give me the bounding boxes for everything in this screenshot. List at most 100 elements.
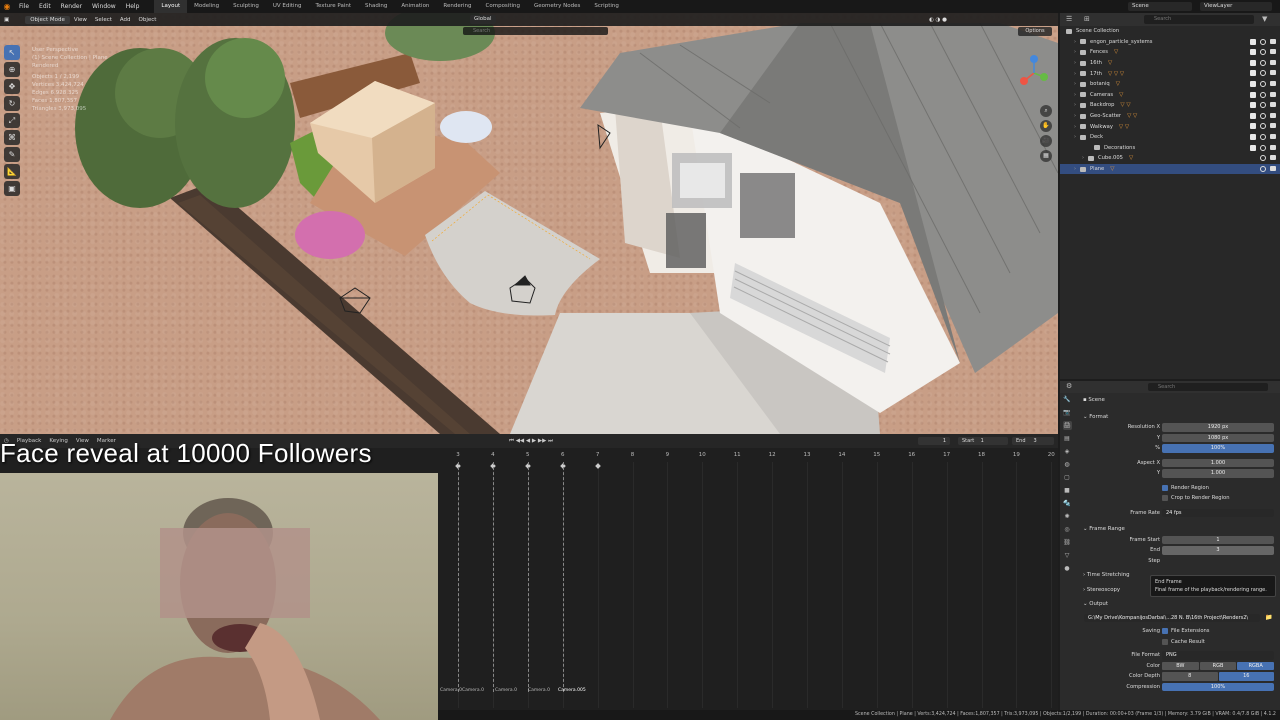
eye-icon[interactable]	[1260, 80, 1266, 87]
measure-tool-icon[interactable]: 📐	[4, 164, 20, 179]
outliner-search-input[interactable]: Search	[1144, 15, 1254, 24]
constraints-tab-icon[interactable]: ⛓	[1063, 538, 1072, 547]
tab-rendering[interactable]: Rendering	[436, 0, 478, 13]
menu-select[interactable]: Select	[91, 17, 116, 23]
camera-marker[interactable]: Camera.0	[495, 688, 517, 693]
properties-search-input[interactable]: Search	[1148, 383, 1268, 391]
exclude-checkbox[interactable]	[1250, 112, 1256, 119]
outliner-item[interactable]: Decorations	[1060, 143, 1280, 154]
outliner-item[interactable]: › 16th ▽	[1060, 58, 1280, 69]
camera-marker[interactable]: Camera.005	[558, 688, 586, 693]
3d-viewport[interactable]: ▣ Object Mode View Select Add Object Glo…	[0, 13, 1058, 434]
playback-controls-icon[interactable]: ⏮ ◀◀ ◀ ▶ ▶▶ ⏭	[505, 438, 557, 445]
outliner-item[interactable]: › Cube.005 ▽	[1060, 153, 1280, 164]
properties-editor[interactable]: ⚙ Search 🔧 📷 🖨 ▤ ◈ ◍ ▢ ■ 🔩 ✺ ◎ ⛓ ▽ ● ▪ S…	[1060, 381, 1280, 710]
color-bw-option[interactable]: BW	[1162, 661, 1199, 670]
menu-edit[interactable]: Edit	[34, 3, 56, 10]
output-panel-header[interactable]: ⌄ Output	[1078, 601, 1108, 607]
camera-marker[interactable]: Camera.0	[440, 688, 462, 693]
transform-tool-icon[interactable]: ⌘	[4, 130, 20, 145]
exclude-checkbox[interactable]	[1250, 38, 1256, 45]
render-camera-icon[interactable]	[1270, 38, 1276, 44]
exclude-checkbox[interactable]	[1250, 102, 1256, 109]
render-camera-icon[interactable]	[1270, 144, 1276, 150]
tab-sculpting[interactable]: Sculpting	[226, 0, 266, 13]
resolution-y-field[interactable]: 1080 px	[1162, 433, 1274, 442]
eye-icon[interactable]	[1260, 155, 1266, 162]
eye-icon[interactable]	[1260, 123, 1266, 130]
resolution-percent-field[interactable]: 100%	[1162, 444, 1274, 453]
folder-icon[interactable]: 📁	[1265, 614, 1272, 621]
exclude-checkbox[interactable]	[1250, 91, 1256, 98]
rotate-tool-icon[interactable]: ↻	[4, 96, 20, 111]
render-camera-icon[interactable]	[1270, 80, 1276, 86]
eye-icon[interactable]	[1260, 165, 1266, 172]
menu-object[interactable]: Object	[135, 17, 161, 23]
render-region-checkbox[interactable]: Render Region	[1162, 484, 1209, 491]
scene-selector[interactable]: Scene	[1128, 2, 1192, 11]
outliner-item[interactable]: › botaniq ▽	[1060, 79, 1280, 90]
outliner-item[interactable]: › Deck	[1060, 132, 1280, 143]
data-tab-icon[interactable]: ▽	[1063, 551, 1072, 560]
eye-icon[interactable]	[1260, 102, 1266, 109]
tab-scripting[interactable]: Scripting	[587, 0, 625, 13]
tab-layout[interactable]: Layout	[154, 0, 188, 13]
tab-uv-editing[interactable]: UV Editing	[266, 0, 309, 13]
exclude-checkbox[interactable]	[1250, 123, 1256, 130]
eye-icon[interactable]	[1260, 59, 1266, 66]
collection-tab-icon[interactable]: ▢	[1063, 473, 1072, 482]
options-button[interactable]: Options	[1018, 27, 1052, 36]
modifier-tab-icon[interactable]: 🔩	[1063, 499, 1072, 508]
outliner-item[interactable]: › engon_particle_systems	[1060, 37, 1280, 48]
eye-icon[interactable]	[1260, 38, 1266, 45]
outliner-item[interactable]: › Plane ▽	[1060, 163, 1280, 175]
file-extensions-checkbox[interactable]: File Extensions	[1162, 628, 1210, 634]
frame-range-panel-header[interactable]: ⌄ Frame Range	[1078, 526, 1125, 532]
time-stretching-panel-header[interactable]: › Time Stretching	[1078, 572, 1130, 578]
viewport-search-input[interactable]: Search	[463, 27, 608, 35]
menu-window[interactable]: Window	[87, 3, 121, 10]
menu-render[interactable]: Render	[56, 3, 87, 10]
scale-tool-icon[interactable]: ⤢	[4, 113, 20, 128]
color-depth-16-option[interactable]: 16	[1218, 672, 1274, 681]
resolution-x-field[interactable]: 1920 px	[1162, 423, 1274, 432]
render-camera-icon[interactable]	[1270, 70, 1276, 76]
output-path-field[interactable]: G:\My Drive\KompanijosDarbai\...28 N. B\…	[1084, 613, 1260, 622]
eye-icon[interactable]	[1260, 144, 1266, 151]
particles-tab-icon[interactable]: ✺	[1063, 512, 1072, 521]
render-camera-icon[interactable]	[1270, 165, 1276, 171]
outliner-item[interactable]: › Geo-Scatter ▽ ▽	[1060, 111, 1280, 122]
aspect-x-field[interactable]: 1.000	[1162, 458, 1274, 467]
world-tab-icon[interactable]: ◍	[1063, 460, 1072, 469]
current-frame-field[interactable]: 1	[918, 437, 950, 445]
cache-result-checkbox[interactable]: Cache Result	[1162, 638, 1205, 645]
exclude-checkbox[interactable]	[1250, 59, 1256, 66]
add-cube-tool-icon[interactable]: ▣	[4, 181, 20, 196]
outliner-item[interactable]: › 17th ▽ ▽ ▽	[1060, 68, 1280, 79]
mode-selector[interactable]: Object Mode	[25, 15, 70, 24]
compression-slider[interactable]: 100%	[1162, 682, 1274, 691]
menu-help[interactable]: Help	[121, 3, 145, 10]
pan-icon[interactable]: ✋	[1040, 120, 1052, 132]
tab-texture-paint[interactable]: Texture Paint	[309, 0, 359, 13]
blender-logo-icon[interactable]: ◉	[0, 0, 14, 13]
outliner-item[interactable]: › Cameras ▽	[1060, 90, 1280, 101]
physics-tab-icon[interactable]: ◎	[1063, 525, 1072, 534]
start-frame-field[interactable]: Start 1	[958, 437, 1008, 445]
render-camera-icon[interactable]	[1270, 59, 1276, 65]
outliner[interactable]: ☰ ⊞ Search ▼ Scene Collection › engon_par…	[1060, 13, 1280, 379]
frame-start-field[interactable]: 1	[1162, 535, 1274, 544]
move-tool-icon[interactable]: ✥	[4, 79, 20, 94]
frame-rate-dropdown[interactable]: 24 fps	[1162, 508, 1274, 517]
tab-compositing[interactable]: Compositing	[479, 0, 527, 13]
exclude-checkbox[interactable]	[1250, 49, 1256, 56]
tab-geometry-nodes[interactable]: Geometry Nodes	[527, 0, 587, 13]
cursor-tool-icon[interactable]: ⊕	[4, 62, 20, 77]
material-tab-icon[interactable]: ●	[1063, 564, 1072, 573]
object-tab-icon[interactable]: ■	[1063, 486, 1072, 495]
exclude-checkbox[interactable]	[1250, 70, 1256, 77]
outliner-item[interactable]: › Walkway ▽ ▽	[1060, 121, 1280, 132]
render-camera-icon[interactable]	[1270, 123, 1276, 129]
outliner-editor-icon[interactable]: ☰	[1066, 15, 1072, 23]
exclude-checkbox[interactable]	[1250, 133, 1256, 140]
